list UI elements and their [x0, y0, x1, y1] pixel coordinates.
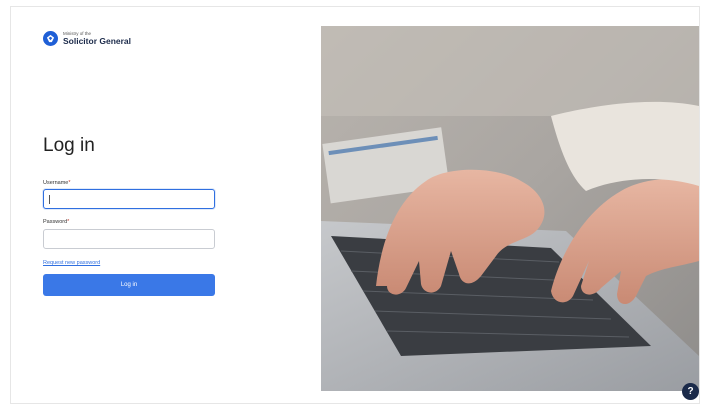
password-input[interactable]	[43, 229, 215, 249]
username-input[interactable]	[43, 189, 215, 209]
required-mark: *	[68, 180, 71, 186]
password-label: Password*	[43, 219, 69, 225]
login-button[interactable]: Log in	[43, 274, 215, 296]
password-label-text: Password	[43, 219, 68, 225]
page-title: Log in	[43, 135, 95, 156]
login-page: Ministry of the Solicitor General Log in…	[10, 6, 700, 404]
text-caret	[49, 195, 50, 204]
brand-logo: Ministry of the Solicitor General	[43, 31, 131, 46]
brand-text: Ministry of the Solicitor General	[63, 31, 132, 46]
brand-name: Solicitor General	[63, 36, 132, 46]
username-label-text: Username	[43, 180, 69, 186]
username-label: Username*	[43, 180, 71, 186]
required-mark: *	[67, 219, 70, 225]
trillium-logo-icon	[43, 31, 58, 46]
login-panel: Ministry of the Solicitor General Log in…	[11, 7, 323, 403]
help-button[interactable]: ?	[682, 383, 699, 400]
hero-image	[321, 26, 699, 391]
request-new-password-link[interactable]: Request new password	[43, 260, 100, 266]
